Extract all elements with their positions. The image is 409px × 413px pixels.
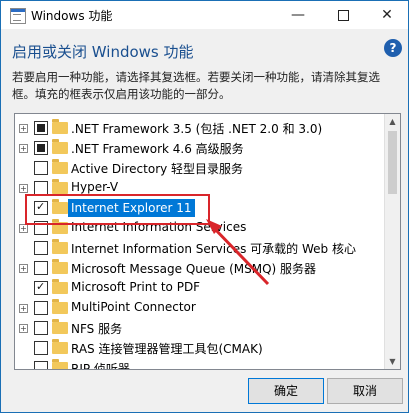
- feature-label: Internet Information Services 可承载的 Web 核…: [71, 242, 356, 256]
- feature-row[interactable]: Microsoft Print to PDF: [15, 278, 385, 298]
- scroll-thumb[interactable]: [388, 131, 397, 194]
- feature-row[interactable]: Internet Information Services 可承载的 Web 核…: [15, 238, 385, 258]
- expand-icon[interactable]: +: [19, 304, 28, 313]
- feature-checkbox[interactable]: [34, 141, 48, 155]
- expand-icon[interactable]: +: [19, 144, 28, 153]
- feature-checkbox[interactable]: [34, 341, 48, 355]
- folder-icon: [52, 319, 68, 334]
- window-icon: [10, 8, 26, 24]
- features-tree[interactable]: + .NET Framework 3.5 (包括 .NET 2.0 和 3.0) +…: [14, 113, 401, 370]
- expand-icon[interactable]: +: [19, 324, 28, 333]
- expand-icon[interactable]: +: [19, 184, 28, 193]
- feature-row[interactable]: RIP 侦听器: [15, 358, 385, 370]
- annotation-highlight-box: [25, 194, 210, 225]
- expand-icon[interactable]: +: [19, 124, 28, 133]
- scroll-down-icon[interactable]: ▼: [385, 354, 400, 369]
- feature-row[interactable]: + MultiPoint Connector: [15, 298, 385, 318]
- folder-icon: [52, 339, 68, 354]
- feature-label: .NET Framework 4.6 高级服务: [71, 142, 244, 156]
- feature-label: Microsoft Print to PDF: [71, 280, 201, 294]
- minimize-button[interactable]: —: [276, 1, 320, 29]
- folder-icon: [52, 279, 68, 294]
- expand-icon[interactable]: +: [19, 224, 28, 233]
- feature-label: .NET Framework 3.5 (包括 .NET 2.0 和 3.0): [71, 122, 323, 136]
- title-bar[interactable]: Windows 功能 — ✕: [1, 1, 408, 29]
- feature-label: RAS 连接管理器管理工具包(CMAK): [71, 342, 263, 356]
- scroll-up-icon[interactable]: ▲: [385, 114, 400, 129]
- feature-row[interactable]: Active Directory 轻型目录服务: [15, 158, 385, 178]
- vertical-scrollbar[interactable]: ▲ ▼: [384, 114, 400, 369]
- feature-row[interactable]: + .NET Framework 4.6 高级服务: [15, 138, 385, 158]
- window-title: Windows 功能: [31, 9, 113, 23]
- feature-checkbox[interactable]: [34, 321, 48, 335]
- feature-label: MultiPoint Connector: [71, 300, 196, 314]
- folder-icon: [52, 259, 68, 274]
- feature-row[interactable]: + Microsoft Message Queue (MSMQ) 服务器: [15, 258, 385, 278]
- expand-icon[interactable]: +: [19, 264, 28, 273]
- maximize-button[interactable]: [321, 1, 365, 29]
- feature-label: Microsoft Message Queue (MSMQ) 服务器: [71, 262, 317, 276]
- feature-checkbox[interactable]: [34, 241, 48, 255]
- ok-button[interactable]: 确定: [248, 378, 324, 404]
- close-button[interactable]: ✕: [365, 1, 409, 29]
- folder-icon: [52, 159, 68, 174]
- feature-checkbox[interactable]: [34, 121, 48, 135]
- maximize-icon: [337, 9, 349, 21]
- feature-row[interactable]: RAS 连接管理器管理工具包(CMAK): [15, 338, 385, 358]
- feature-label: Active Directory 轻型目录服务: [71, 162, 244, 176]
- page-heading: 启用或关闭 Windows 功能: [12, 43, 194, 61]
- feature-checkbox[interactable]: [34, 181, 48, 195]
- feature-checkbox[interactable]: [34, 280, 48, 295]
- feature-row[interactable]: + NFS 服务: [15, 318, 385, 338]
- folder-icon: [52, 119, 68, 134]
- folder-icon: [52, 239, 68, 254]
- feature-checkbox[interactable]: [34, 261, 48, 275]
- feature-row[interactable]: + .NET Framework 3.5 (包括 .NET 2.0 和 3.0): [15, 118, 385, 138]
- help-icon[interactable]: ?: [384, 39, 402, 57]
- folder-icon: [52, 359, 68, 369]
- feature-label: Hyper-V: [71, 180, 119, 194]
- feature-label: RIP 侦听器: [71, 362, 130, 370]
- description-text: 若要启用一种功能，请选择其复选框。若要关闭一种功能，请清除其复选框。填充的框表示…: [12, 70, 380, 101]
- folder-icon: [52, 299, 68, 314]
- folder-icon: [52, 179, 68, 194]
- folder-icon: [52, 139, 68, 154]
- feature-checkbox[interactable]: [34, 361, 48, 369]
- feature-checkbox[interactable]: [34, 161, 48, 175]
- cancel-button[interactable]: 取消: [327, 378, 403, 404]
- feature-checkbox[interactable]: [34, 301, 48, 315]
- feature-label: NFS 服务: [71, 322, 123, 336]
